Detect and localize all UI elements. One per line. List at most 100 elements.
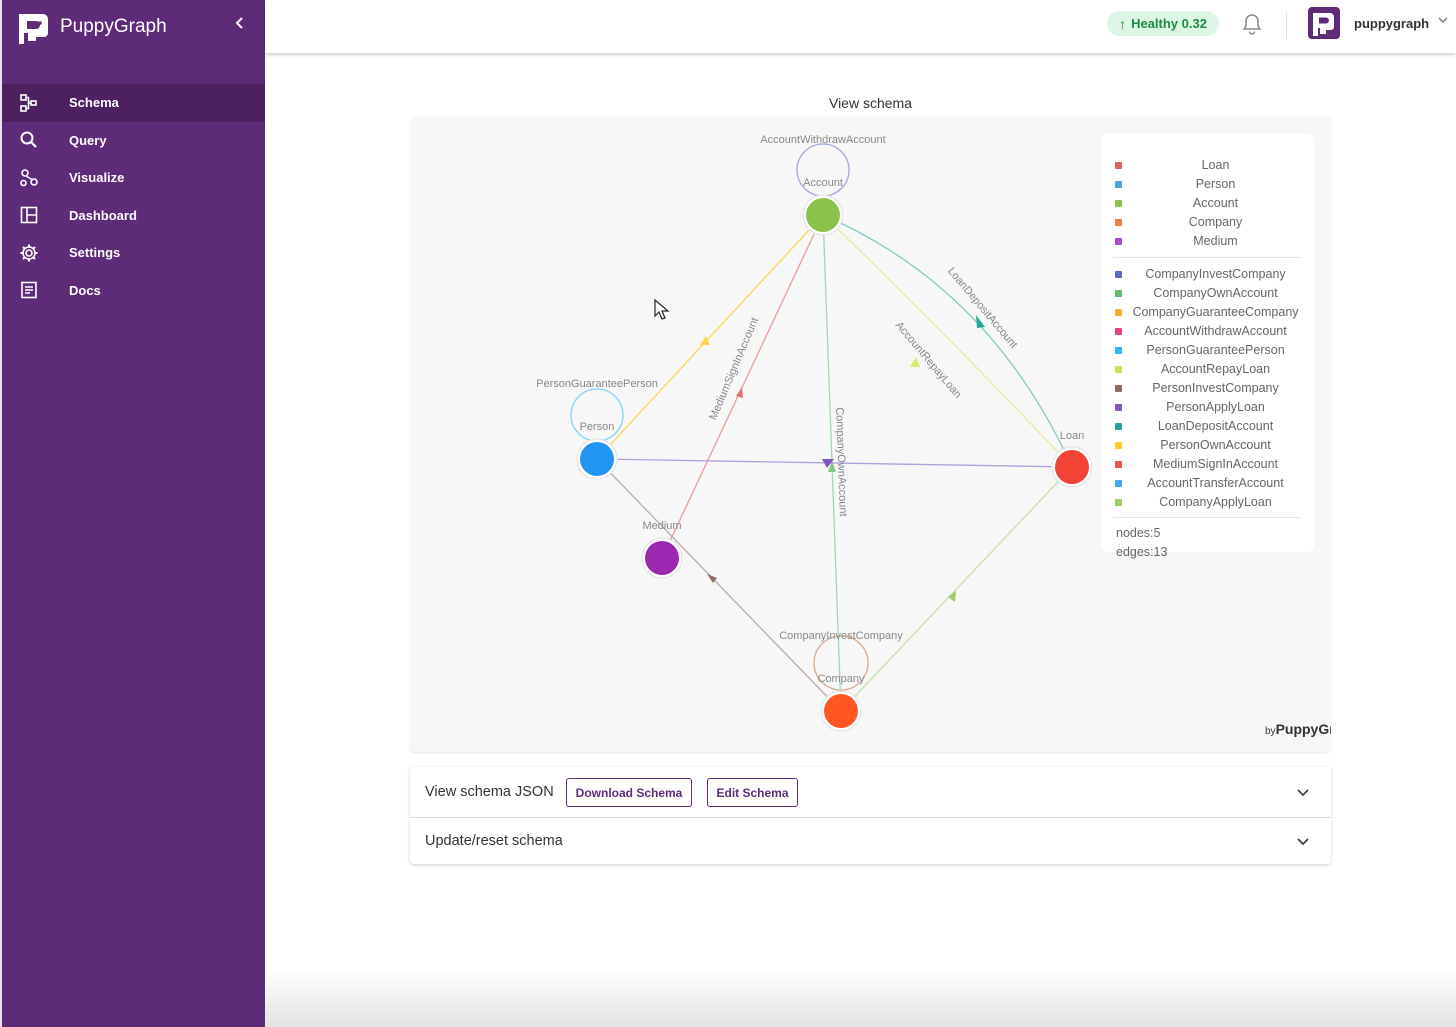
legend-swatch	[1115, 403, 1122, 411]
sidebar-item-dashboard[interactable]: Dashboard	[2, 197, 265, 235]
mouse-cursor-icon	[654, 299, 670, 320]
legend-item[interactable]: LoanDepositAccount	[1101, 417, 1314, 435]
legend-label: CompanyInvestCompany	[1145, 267, 1286, 281]
legend-item[interactable]: Loan	[1101, 156, 1314, 174]
legend-item[interactable]: Account	[1101, 194, 1314, 212]
edge-label-account-repay: AccountRepayLoan	[893, 319, 964, 400]
sidebar-item-schema[interactable]: Schema	[2, 84, 265, 122]
legend-label: AccountRepayLoan	[1160, 362, 1271, 376]
sidebar-item-query[interactable]: Query	[2, 122, 265, 160]
edge-person-apply-loan	[596, 458, 1073, 468]
node-medium-dot	[645, 541, 679, 575]
search-icon	[18, 129, 40, 151]
sidebar: PuppyGraph Schema Query Visualize Dashbo…	[0, 0, 265, 1027]
node-person[interactable]: Person	[576, 421, 618, 480]
edge-label-account-withdraw: AccountWithdrawAccount	[760, 134, 885, 146]
legend-item[interactable]: PersonGuaranteePerson	[1101, 341, 1314, 359]
chevron-down-icon[interactable]	[1437, 14, 1449, 29]
legend-swatch	[1115, 308, 1122, 316]
app-name: PuppyGraph	[60, 16, 167, 37]
puppygraph-logo-icon	[19, 14, 48, 44]
legend-item[interactable]: PersonInvestCompany	[1101, 379, 1314, 397]
edge-medium-signin-account	[661, 214, 824, 559]
powered-by-brandmark: byPuppyGraph	[1265, 721, 1331, 737]
edge-person-invest-company	[596, 458, 842, 712]
legend-label: AccountWithdrawAccount	[1144, 324, 1287, 338]
node-label: Person	[580, 421, 615, 433]
legend-item[interactable]: PersonApplyLoan	[1101, 398, 1314, 416]
legend-item[interactable]: Person	[1101, 175, 1314, 193]
schema-graph[interactable]: AccountWithdrawAccount PersonGuaranteePe…	[410, 117, 1331, 752]
legend-label: CompanyOwnAccount	[1153, 286, 1278, 300]
sidebar-item-label: Schema	[69, 95, 119, 111]
node-label: Company	[817, 673, 865, 685]
sidebar-item-visualize[interactable]: Visualize	[2, 159, 265, 197]
legend-swatch	[1115, 422, 1122, 430]
legend-item[interactable]: PersonOwnAccount	[1101, 436, 1314, 454]
legend-label: CompanyGuaranteeCompany	[1132, 305, 1299, 319]
legend-divider	[1113, 517, 1301, 518]
legend-label: PersonApplyLoan	[1166, 400, 1265, 414]
username[interactable]: puppygraph	[1354, 16, 1429, 31]
legend-swatch	[1115, 498, 1122, 506]
legend-swatch	[1115, 237, 1122, 245]
legend-swatch	[1115, 327, 1122, 335]
bell-icon[interactable]	[1241, 12, 1263, 36]
sidebar-item-label: Docs	[69, 282, 101, 298]
schema-legend: Loan Person Account Company Medium Compa…	[1101, 133, 1314, 559]
schema-json-panel[interactable]: View schema JSON Download Schema Edit Sc…	[410, 767, 1331, 817]
edge-label-company-own: CompanyOwnAccount	[833, 407, 849, 517]
legend-item[interactable]: MediumSignInAccount	[1101, 455, 1314, 473]
legend-label: Account	[1192, 196, 1239, 210]
legend-item[interactable]: AccountTransferAccount	[1101, 474, 1314, 492]
node-medium[interactable]: Medium	[641, 520, 683, 579]
legend-label: MediumSignInAccount	[1152, 457, 1279, 471]
edge-person-guarantee-loop	[570, 388, 624, 442]
health-label: Healthy 0.32	[1131, 16, 1207, 31]
update-schema-title: Update/reset schema	[425, 833, 563, 849]
health-status-badge[interactable]: ↑ Healthy 0.32	[1107, 11, 1219, 36]
node-company[interactable]: Company	[817, 673, 865, 732]
legend-item[interactable]: CompanyInvestCompany	[1101, 265, 1314, 283]
legend-item[interactable]: CompanyGuaranteeCompany	[1101, 303, 1314, 321]
chevron-down-icon[interactable]	[1295, 784, 1311, 800]
avatar[interactable]	[1308, 7, 1340, 39]
edge-loan-deposit-account	[822, 214, 1073, 468]
sidebar-item-settings[interactable]: Settings	[2, 234, 265, 272]
collapse-sidebar-button[interactable]	[230, 12, 250, 36]
top-header: ↑ Healthy 0.32 puppygraph	[265, 0, 1456, 53]
legend-swatch	[1115, 346, 1122, 354]
node-label: Medium	[642, 520, 681, 532]
node-label: Account	[803, 177, 843, 189]
legend-item[interactable]: CompanyOwnAccount	[1101, 284, 1314, 302]
legend-swatch	[1115, 289, 1122, 297]
sidebar-item-docs[interactable]: Docs	[2, 272, 265, 310]
edge-company-apply-loan	[840, 466, 1073, 712]
legend-swatch	[1115, 270, 1122, 278]
legend-item[interactable]: Company	[1101, 213, 1314, 231]
download-schema-button[interactable]: Download Schema	[566, 778, 692, 807]
legend-item[interactable]: CompanyApplyLoan	[1101, 493, 1314, 511]
sidebar-item-label: Settings	[69, 245, 121, 261]
legend-label: Company	[1188, 215, 1243, 229]
chevron-down-icon[interactable]	[1295, 833, 1311, 849]
edge-arrow	[910, 357, 920, 367]
legend-swatch	[1115, 365, 1122, 373]
node-account[interactable]: Account	[802, 177, 844, 236]
legend-item[interactable]: AccountRepayLoan	[1101, 360, 1314, 378]
gear-icon	[18, 242, 40, 264]
update-schema-panel[interactable]: Update/reset schema	[410, 818, 1331, 864]
edge-label-loan-deposit: LoanDepositAccount	[945, 265, 1019, 350]
edit-schema-button[interactable]: Edit Schema	[707, 778, 798, 807]
sidebar-nav: Schema Query Visualize Dashboard Setting…	[2, 84, 265, 309]
legend-item[interactable]: AccountWithdrawAccount	[1101, 322, 1314, 340]
legend-label: Person	[1195, 177, 1236, 191]
brandmark-name: PuppyGraph	[1275, 721, 1331, 737]
legend-swatch	[1115, 161, 1122, 169]
legend-label: PersonGuaranteePerson	[1146, 343, 1285, 357]
legend-item[interactable]: Medium	[1101, 232, 1314, 250]
legend-label: Loan	[1201, 158, 1230, 172]
brandmark-by: by	[1265, 726, 1276, 737]
sidebar-item-label: Query	[69, 132, 107, 148]
node-count: nodes:5	[1116, 526, 1161, 540]
